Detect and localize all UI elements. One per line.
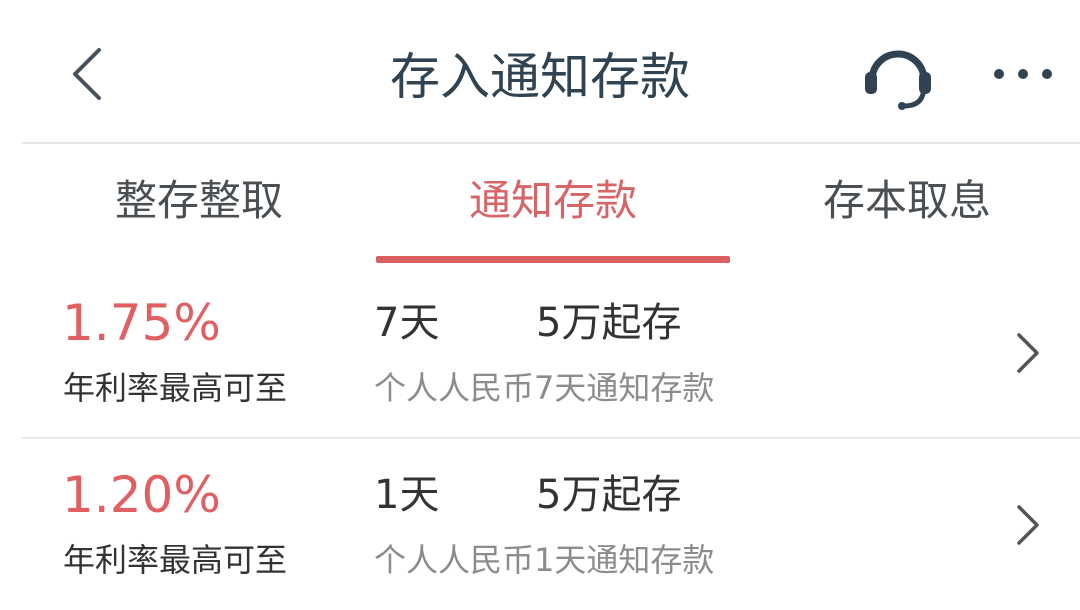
more-options-button[interactable] — [982, 48, 1064, 100]
deposit-type-tabs: 整存整取 通知存款 存本取息 — [22, 144, 1080, 266]
deposit-term: 7天 — [374, 300, 440, 346]
tab-label: 通知存款 — [468, 176, 637, 225]
headset-icon — [865, 50, 931, 110]
product-name: 个人人民币7天通知存款 — [374, 369, 715, 407]
rate-description: 年利率最高可至 — [63, 541, 288, 579]
interest-rate: 1.75% — [62, 294, 221, 352]
deposit-term: 1天 — [374, 472, 440, 518]
tab-label: 整存整取 — [114, 176, 283, 225]
tab-notice-deposit[interactable]: 通知存款 — [376, 144, 730, 266]
product-name: 个人人民币1天通知存款 — [374, 541, 715, 579]
interest-rate: 1.20% — [62, 466, 221, 524]
active-tab-indicator — [376, 256, 730, 263]
chevron-right-icon — [1008, 330, 1048, 376]
more-dots-icon — [994, 69, 1052, 79]
minimum-deposit: 5万起存 — [536, 300, 682, 346]
tab-label: 存本取息 — [822, 176, 991, 225]
back-button[interactable] — [52, 38, 122, 110]
tab-fixed-deposit[interactable]: 整存整取 — [22, 144, 376, 266]
product-item-1-day[interactable]: 1.20% 年利率最高可至 1天 5万起存 个人人民币1天通知存款 — [0, 440, 1080, 610]
minimum-deposit: 5万起存 — [536, 472, 682, 518]
row-divider — [22, 437, 1080, 439]
page-title: 存入通知存款 — [390, 48, 690, 106]
product-item-7-day[interactable]: 1.75% 年利率最高可至 7天 5万起存 个人人民币7天通知存款 — [0, 268, 1080, 438]
chevron-left-icon — [73, 48, 101, 100]
chevron-right-icon — [1008, 502, 1048, 548]
top-navigation-bar: 存入通知存款 — [0, 0, 1080, 142]
customer-service-button[interactable] — [856, 36, 940, 114]
rate-description: 年利率最高可至 — [63, 369, 288, 407]
tab-interest-withdrawal[interactable]: 存本取息 — [730, 144, 1080, 266]
